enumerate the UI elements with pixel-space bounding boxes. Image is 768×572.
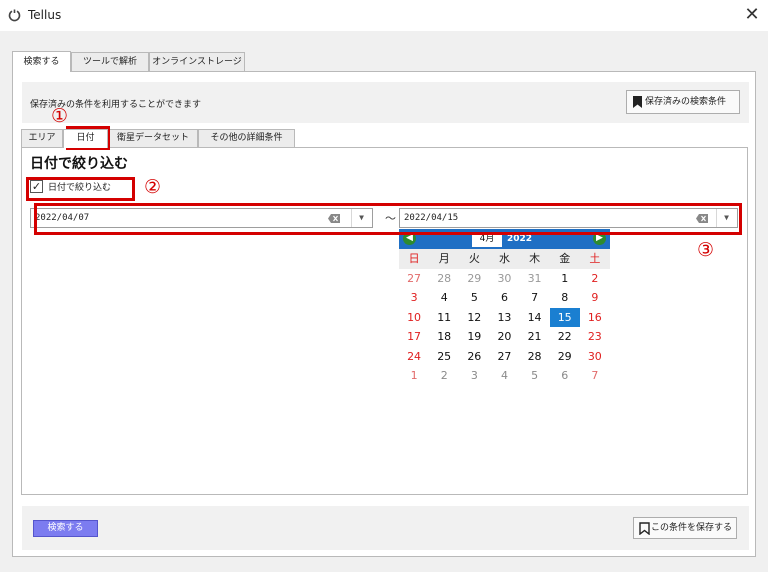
calendar-day-cell[interactable]: 15 [549,307,580,328]
calendar-day-cell[interactable]: 22 [550,327,580,346]
calendar-day-cell[interactable]: 6 [550,366,580,385]
calendar-month-select[interactable]: 4月 [472,232,502,247]
calendar-day-cell[interactable]: 1 [550,269,580,288]
calendar-day-cell[interactable]: 21 [520,327,550,346]
calendar-day-cell[interactable]: 4 [429,288,459,307]
search-panel: 保存済みの条件を利用することができます 保存済みの検索条件 エリア 日付 衛星デ… [12,71,756,557]
calendar-day-cell[interactable]: 4 [489,366,519,385]
calendar-day-cell[interactable]: 29 [550,347,580,366]
close-button[interactable]: ✕ [740,4,764,28]
saved-conditions-button-label: 保存済みの検索条件 [645,97,727,107]
tab-search[interactable]: 検索する [12,51,71,72]
end-date-value: 2022/04/15 [404,213,459,223]
saved-conditions-button[interactable]: 保存済みの検索条件 [626,90,740,114]
calendar-day-cell[interactable]: 30 [580,347,610,366]
end-date-dropdown-button[interactable]: ▼ [716,209,736,227]
start-date-dropdown-button[interactable]: ▼ [351,209,371,227]
calendar-day-cell[interactable]: 18 [429,327,459,346]
date-filter-checkbox[interactable]: ✓ [30,180,43,193]
date-filter-checkbox-label: 日付で絞り込む [48,183,112,193]
subtab-satellite-dataset[interactable]: 衛星データセット [108,129,198,147]
calendar-day-cell[interactable]: 13 [489,308,519,327]
calendar-day-cell[interactable]: 23 [580,327,610,346]
calendar-day-cell[interactable]: 24 [399,347,429,366]
calendar-day-cell[interactable]: 7 [520,288,550,307]
calendar-day-cell[interactable]: 17 [399,327,429,346]
weekday-sat: 土 [589,252,601,265]
calendar-day-cell[interactable]: 7 [580,366,610,385]
calendar-weekday-row: 日 月 火 水 木 金 土 [399,249,610,269]
weekday-fri: 金 [559,252,571,265]
start-date-input[interactable]: 2022/04/07 ▼ [30,208,373,228]
save-condition-button-label: この条件を保存する [651,523,733,533]
calendar-day-cell[interactable]: 10 [399,308,429,327]
calendar-day-cell[interactable]: 26 [459,347,489,366]
subtab-other-conditions[interactable]: その他の詳細条件 [198,129,295,147]
calendar-day-cell[interactable]: 3 [459,366,489,385]
calendar-day-cell[interactable]: 9 [580,288,610,307]
app-logo-icon [8,9,21,22]
tab-analyze-tools[interactable]: ツールで解析 [71,52,149,71]
calendar-day-cell[interactable]: 8 [550,288,580,307]
calendar-day-cell[interactable]: 28 [429,269,459,288]
bookmark-outline-icon [639,522,650,535]
subtab-date[interactable]: 日付 [63,129,108,148]
weekday-sun: 日 [408,252,420,265]
calendar-day-cell[interactable]: 20 [489,327,519,346]
weekday-thu: 木 [529,252,541,265]
calendar-day-cell[interactable]: 14 [520,308,550,327]
search-button[interactable]: 検索する [33,520,98,537]
start-date-value: 2022/04/07 [35,213,90,223]
saved-conditions-bar: 保存済みの条件を利用することができます 保存済みの検索条件 [22,82,749,123]
calendar-day-grid: 27 28 29 30 31 1 2 3 4 5 6 7 8 9 10 11 12 13 14 15 16 17 18 19 2… [399,269,610,385]
date-picker-calendar: ◀ 4月 2022 ▶ 日 月 火 水 木 金 土 27 28 29 30 31 1 2 3 4… [399,229,610,385]
calendar-day-cell[interactable]: 25 [429,347,459,366]
calendar-day-cell[interactable]: 5 [520,366,550,385]
end-date-input[interactable]: 2022/04/15 ▼ [399,208,738,228]
bookmark-icon [633,96,642,108]
weekday-mon: 月 [438,252,450,265]
calendar-day-cell[interactable]: 3 [399,288,429,307]
calendar-day-cell[interactable]: 27 [399,269,429,288]
next-month-button[interactable]: ▶ [593,232,606,245]
calendar-day-cell[interactable]: 31 [520,269,550,288]
calendar-day-cell[interactable]: 28 [520,347,550,366]
calendar-day-cell[interactable]: 6 [489,288,519,307]
section-title: 日付で絞り込む [30,156,128,172]
save-condition-button[interactable]: この条件を保存する [633,517,737,539]
calendar-day-cell[interactable]: 5 [459,288,489,307]
calendar-day-cell[interactable]: 11 [429,308,459,327]
calendar-day-cell[interactable]: 2 [429,366,459,385]
clear-start-date-icon[interactable] [328,214,340,223]
title-bar: Tellus ✕ [0,0,768,32]
calendar-day-cell[interactable]: 30 [489,269,519,288]
weekday-tue: 火 [468,252,480,265]
bottom-action-bar: 検索する この条件を保存する [22,506,749,550]
calendar-header: ◀ 4月 2022 ▶ [399,229,610,249]
date-filter-panel: 日付で絞り込む ✓ 日付で絞り込む 2022/04/07 ▼ 〜 2022/04… [21,147,748,495]
calendar-day-cell[interactable]: 12 [459,308,489,327]
calendar-day-cell[interactable]: 1 [399,366,429,385]
prev-month-button[interactable]: ◀ [403,232,416,245]
calendar-day-cell[interactable]: 29 [459,269,489,288]
window-title: Tellus [28,8,62,22]
calendar-day-cell[interactable]: 19 [459,327,489,346]
window-body: 検索する ツールで解析 オンラインストレージ 保存済みの条件を利用することができ… [0,32,768,572]
calendar-year-label[interactable]: 2022 [507,232,532,247]
calendar-day-cell[interactable]: 2 [580,269,610,288]
date-range-separator: 〜 [385,212,396,225]
calendar-day-cell[interactable]: 27 [489,347,519,366]
tab-online-storage[interactable]: オンラインストレージ [149,52,245,71]
saved-conditions-description: 保存済みの条件を利用することができます [30,100,202,110]
calendar-day-cell[interactable]: 16 [580,308,610,327]
weekday-wed: 水 [498,252,510,265]
subtab-area[interactable]: エリア [21,129,63,147]
clear-end-date-icon[interactable] [696,214,708,223]
